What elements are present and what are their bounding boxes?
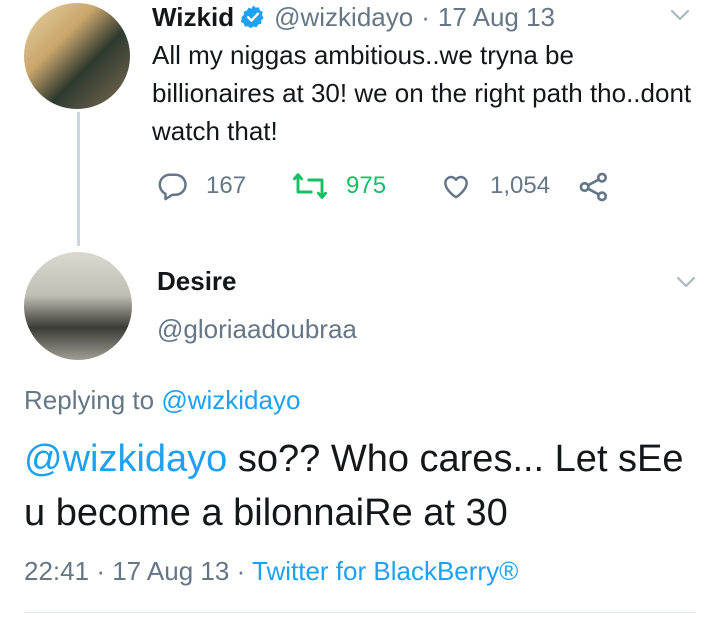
- parent-author-name[interactable]: Wizkid: [152, 2, 234, 33]
- divider: [24, 612, 696, 613]
- like-count: 1,054: [490, 172, 551, 199]
- retweet-count: 975: [346, 172, 387, 199]
- reply-icon: [158, 173, 187, 201]
- reply-source-link[interactable]: Twitter for BlackBerry®: [252, 556, 518, 586]
- share-button[interactable]: [578, 171, 628, 203]
- replying-to-link[interactable]: @wizkidayo: [161, 385, 300, 415]
- parent-tweet-header: Wizkid @wizkidayo · 17 Aug 13: [152, 0, 555, 34]
- wizkid-avatar[interactable]: [24, 3, 130, 109]
- reply-tweet-meta: 22:41 · 17 Aug 13 · Twitter for BlackBer…: [24, 556, 518, 587]
- reply-meta-separator-2: ·: [236, 556, 246, 586]
- reply-count: 167: [206, 172, 247, 199]
- share-icon: [579, 172, 608, 202]
- reply-button[interactable]: 167: [158, 171, 246, 201]
- parent-tweet-text: All my niggas ambitious..we tryna be bil…: [152, 40, 692, 146]
- reply-author-name[interactable]: Desire: [157, 266, 237, 297]
- like-button[interactable]: 1,054: [440, 171, 550, 201]
- replying-to-label: Replying to: [24, 385, 155, 415]
- verified-badge-icon: [240, 4, 266, 30]
- reply-tweet-text: @wizkidayo so?? Who cares... Let sEe u b…: [24, 432, 704, 540]
- reply-time: 22:41: [24, 556, 90, 586]
- desire-avatar[interactable]: [24, 252, 132, 360]
- reply-chevron-down-icon[interactable]: [674, 270, 698, 294]
- reply-author-handle[interactable]: @gloriaadoubraa: [157, 314, 357, 345]
- heart-icon: [444, 175, 468, 199]
- parent-header-separator: ·: [421, 1, 430, 32]
- reply-date: 17 Aug 13: [112, 556, 230, 586]
- replying-to-line: Replying to @wizkidayo: [24, 385, 300, 416]
- parent-author-handle[interactable]: @wizkidayo: [274, 2, 413, 33]
- retweet-icon: [292, 173, 328, 199]
- retweet-button[interactable]: 975: [292, 171, 386, 201]
- thread-connector-line: [77, 112, 80, 246]
- parent-chevron-down-icon[interactable]: [668, 3, 692, 27]
- reply-meta-separator: ·: [96, 556, 105, 586]
- parent-tweet-date[interactable]: 17 Aug 13: [438, 2, 555, 33]
- reply-mention-link[interactable]: @wizkidayo: [24, 438, 227, 480]
